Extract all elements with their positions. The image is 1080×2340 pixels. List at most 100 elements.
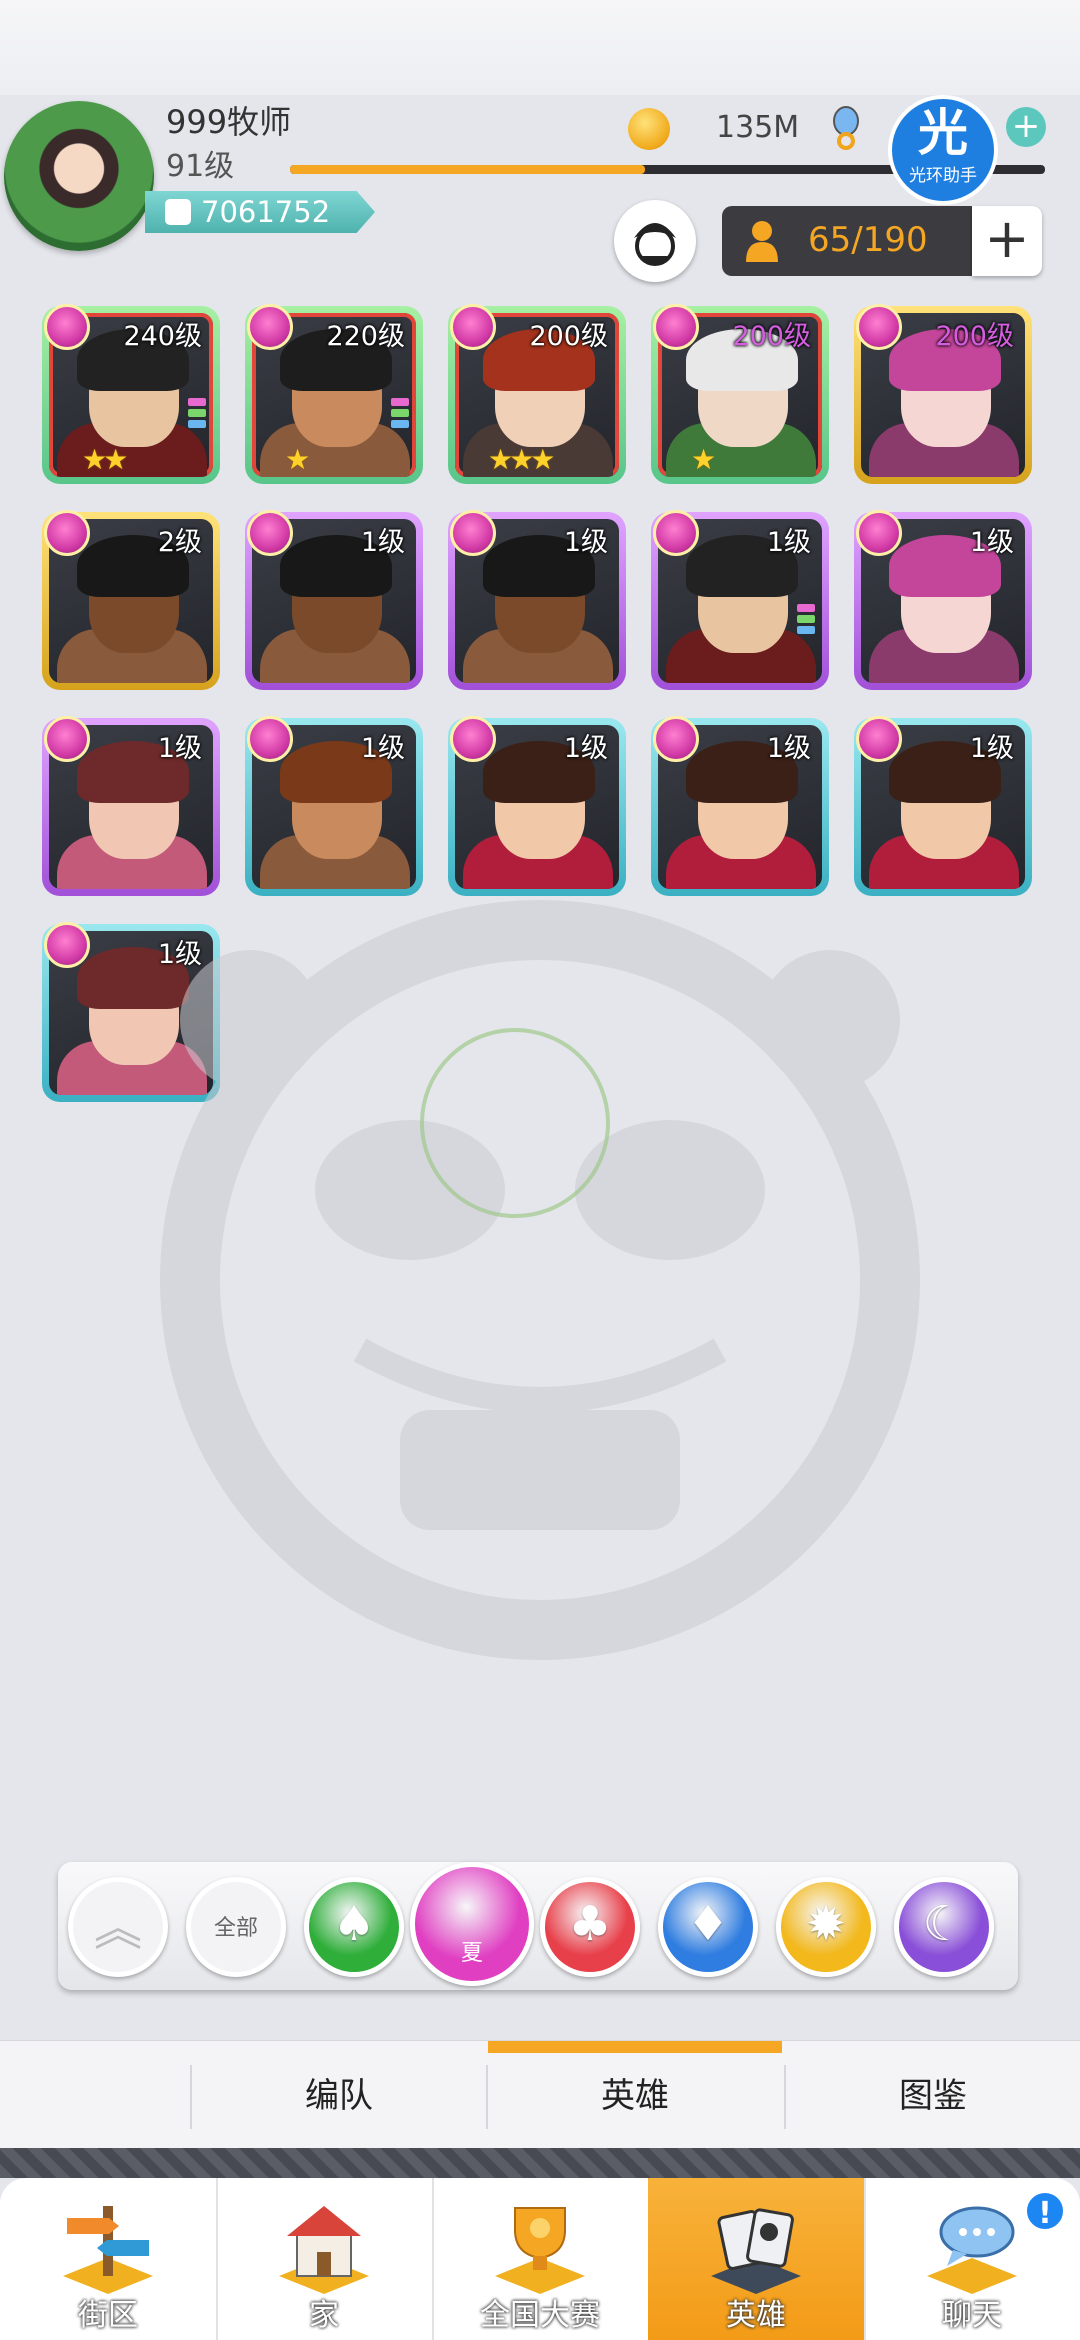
hero-level: 2级 (157, 527, 202, 558)
hero-level: 220级 (326, 321, 405, 352)
hero-level: 200级 (935, 321, 1014, 352)
nav-tournament[interactable]: 全国大赛 (432, 2178, 648, 2340)
element-filter-summer[interactable]: 夏 (410, 1862, 534, 1986)
loading-spinner (420, 1028, 610, 1218)
fist-icon (165, 199, 191, 225)
element-filter-nature[interactable]: ♠ (304, 1877, 404, 1977)
hero-card[interactable]: 200级 ★ (651, 304, 829, 484)
tab-heroes[interactable]: 英雄 (486, 2041, 784, 2149)
player-name: 999牧师 (166, 103, 292, 141)
hero-level: 1级 (766, 527, 811, 558)
hero-level: 1级 (563, 733, 608, 764)
element-filter-all[interactable]: 全部 (186, 1877, 286, 1977)
element-filter-light-icon: ✹ (805, 1896, 847, 1953)
hero-skill-bars (797, 604, 815, 637)
nav-heroes-label: 英雄 (726, 2298, 786, 2333)
hero-filter-button[interactable] (614, 200, 696, 282)
exp-bar-fill (290, 165, 645, 174)
chat-notification-badge: ! (1024, 2190, 1066, 2232)
element-filter-water[interactable]: ♦ (658, 1877, 758, 1977)
hero-stars: ★ (285, 443, 310, 476)
power-value: 7061752 (201, 195, 331, 229)
hero-stars: ★ (691, 443, 716, 476)
tab-formation[interactable]: 编队 (190, 2041, 488, 2149)
element-filter-dark[interactable]: ☾ (894, 1877, 994, 1977)
heart-gem-icon (653, 304, 699, 350)
hero-capacity: 65/190 (722, 206, 972, 276)
player-level: 91级 (166, 149, 235, 184)
element-filter-collapse[interactable]: ︽ (68, 1877, 168, 1977)
hero-level: 1级 (969, 527, 1014, 558)
heart-gem-icon (44, 716, 90, 762)
add-coins-button[interactable]: + (1006, 107, 1046, 147)
hero-card[interactable]: 1级 (651, 510, 829, 690)
top-strip (0, 0, 1080, 95)
hero-level: 200级 (529, 321, 608, 352)
element-filter-dark-icon: ☾ (922, 1896, 966, 1953)
heart-gem-icon (247, 716, 293, 762)
heart-gem-icon (247, 510, 293, 556)
heart-gem-icon (653, 510, 699, 556)
nav-street[interactable]: 街区 (0, 2178, 216, 2340)
pacifier-icon (833, 106, 859, 150)
heart-gem-icon (653, 716, 699, 762)
hero-card[interactable]: 1级 (854, 510, 1032, 690)
chat-bubble-icon (927, 2206, 1017, 2294)
hero-tabs: 编队 英雄 图鉴 (0, 2040, 1080, 2148)
hero-stars: ★★★ (488, 443, 555, 476)
heart-gem-icon (450, 716, 496, 762)
helper-badge-glyph: 光 (918, 104, 968, 162)
signpost-icon (63, 2206, 153, 2294)
heart-gem-icon (856, 510, 902, 556)
hero-card[interactable]: 200级 ★★★ (448, 304, 626, 484)
hero-card[interactable]: 1级 (854, 716, 1032, 896)
nav-tournament-label: 全国大赛 (480, 2298, 600, 2333)
nav-heroes[interactable]: 英雄 (648, 2178, 864, 2340)
helper-badge[interactable]: 光 光环助手 (888, 95, 998, 205)
heart-gem-icon (44, 922, 90, 968)
hero-card[interactable]: 2级 (42, 510, 220, 690)
heart-gem-icon (247, 304, 293, 350)
decorative-stripe (0, 2148, 1080, 2178)
element-filter-fire-icon: ♣ (568, 1896, 612, 1953)
hero-cards-icon (711, 2208, 801, 2294)
hero-level: 1级 (157, 733, 202, 764)
heart-gem-icon (44, 510, 90, 556)
hero-card[interactable]: 1级 (448, 510, 626, 690)
hero-level: 200级 (732, 321, 811, 352)
trophy-icon (495, 2207, 585, 2294)
bottom-nav: 街区 家 全国大赛 英雄 聊天 (0, 2178, 1080, 2340)
hero-card[interactable]: 240级 ★★ (42, 304, 220, 484)
hero-card[interactable]: 1级 (245, 510, 423, 690)
hero-card[interactable]: 1级 (651, 716, 829, 896)
player-avatar[interactable] (4, 101, 154, 251)
hero-level: 1级 (969, 733, 1014, 764)
element-filter-water-icon: ♦ (686, 1896, 730, 1953)
hero-level: 1级 (766, 733, 811, 764)
nav-chat-label: 聊天 (942, 2298, 1002, 2333)
hero-card[interactable]: 220级 ★ (245, 304, 423, 484)
element-filter-light[interactable]: ✹ (776, 1877, 876, 1977)
nav-home-label: 家 (309, 2298, 339, 2333)
power-badge: 7061752 (145, 191, 375, 233)
hero-skill-bars (188, 398, 206, 431)
hero-card[interactable]: 1级 (245, 716, 423, 896)
hero-card[interactable]: 1级 (448, 716, 626, 896)
panda-watermark (160, 900, 920, 1660)
element-filter-fire[interactable]: ♣ (540, 1877, 640, 1977)
heart-gem-icon (450, 510, 496, 556)
tab-collection[interactable]: 图鉴 (784, 2041, 1080, 2149)
helper-badge-label: 光环助手 (909, 166, 977, 186)
hero-stars: ★★ (82, 443, 128, 476)
character-head-icon (634, 223, 676, 266)
heart-gem-icon (856, 304, 902, 350)
heart-gem-icon (856, 716, 902, 762)
nav-street-label: 街区 (78, 2298, 138, 2333)
nav-home[interactable]: 家 (216, 2178, 432, 2340)
capacity-count: 65/190 (808, 220, 928, 260)
expand-capacity-button[interactable]: + (972, 206, 1042, 276)
coin-amount: 135M (716, 110, 800, 145)
hero-level: 1级 (563, 527, 608, 558)
hero-card[interactable]: 1级 (42, 716, 220, 896)
hero-card[interactable]: 200级 (854, 304, 1032, 484)
